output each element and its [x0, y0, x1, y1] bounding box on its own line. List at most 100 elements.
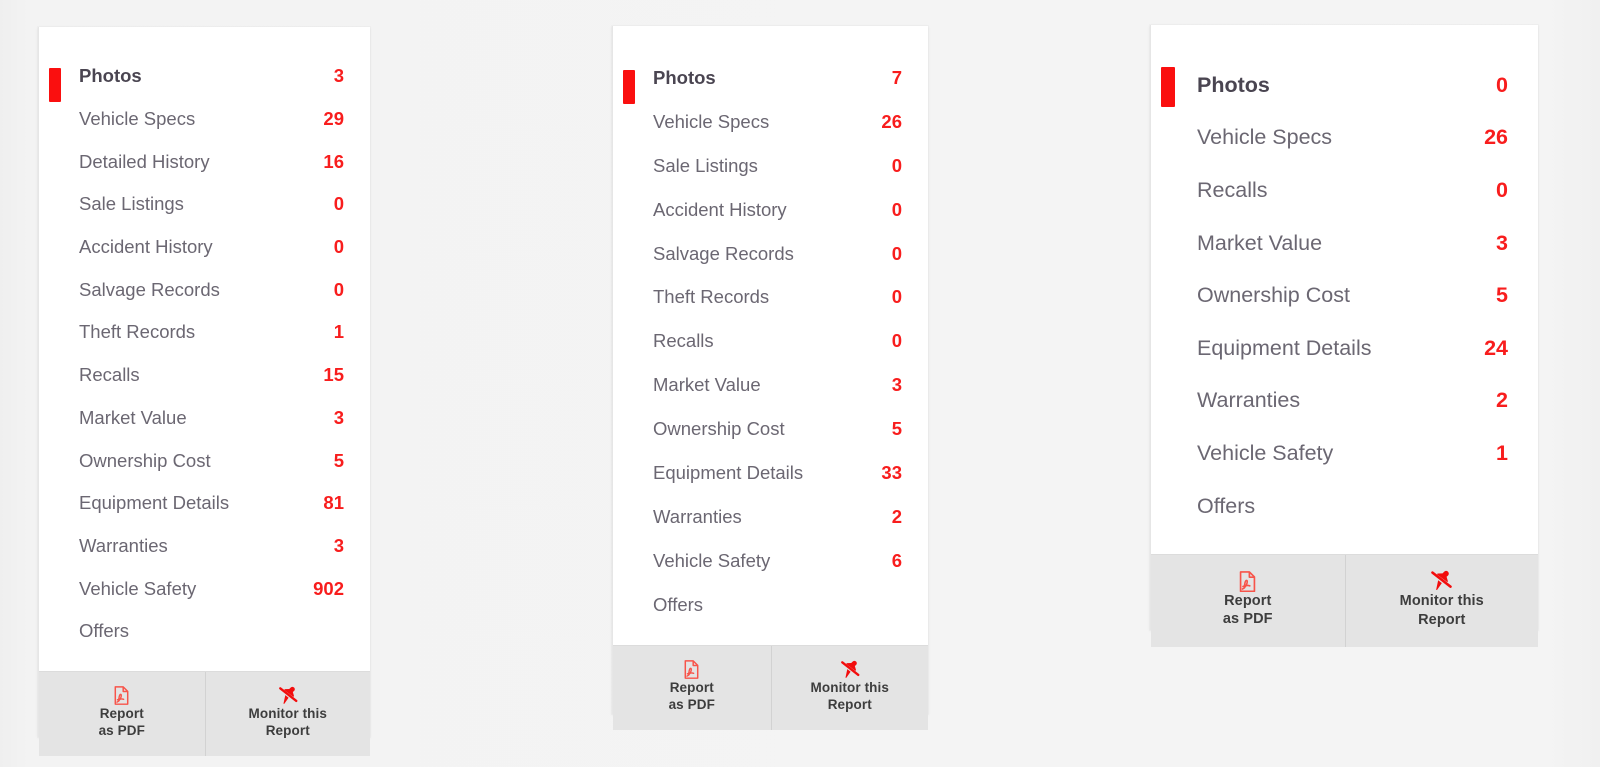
- report-section-row[interactable]: Warranties 2: [1197, 375, 1508, 428]
- report-section-label: Warranties: [79, 534, 168, 556]
- report-section-count: 1: [1496, 440, 1508, 465]
- report-section-count: 33: [881, 461, 902, 483]
- report-section-row[interactable]: Equipment Details 33: [653, 451, 902, 495]
- pdf-file-icon: [113, 685, 130, 705]
- report-section-count: 0: [333, 278, 344, 300]
- report-section-row[interactable]: Vehicle Safety 902: [79, 567, 344, 610]
- report-section-count: 7: [891, 66, 902, 88]
- report-section-row[interactable]: Market Value 3: [79, 397, 344, 440]
- report-as-pdf-button[interactable]: Report as PDF: [1151, 555, 1345, 647]
- footer-button-label-line1: Report: [669, 679, 714, 695]
- footer-button-label-line1: Monitor this: [810, 680, 889, 696]
- report-section-count: 3: [1496, 230, 1508, 255]
- report-section-count: 26: [1484, 125, 1508, 150]
- report-section-row[interactable]: Accident History 0: [79, 226, 344, 269]
- panel-footer: Report as PDF Monitor this Report: [613, 644, 929, 730]
- vehicle-report-panel-2: Photos 7 Vehicle Specs 26 Sale Listings 0 Acci…: [612, 26, 928, 730]
- report-section-count: 29: [323, 108, 344, 130]
- report-section-label: Market Value: [79, 406, 187, 428]
- report-section-label: Salvage Records: [653, 242, 794, 264]
- report-section-row[interactable]: Ownership Cost 5: [1197, 269, 1508, 322]
- report-section-count: 3: [333, 534, 344, 556]
- report-section-count: 0: [1496, 177, 1508, 202]
- footer-button-label-line2: as PDF: [98, 723, 145, 739]
- report-section-count: 902: [313, 577, 344, 599]
- report-section-count: 0: [333, 236, 344, 258]
- report-as-pdf-button[interactable]: Report as PDF: [39, 672, 205, 756]
- report-section-count: 3: [333, 406, 344, 428]
- report-section-row[interactable]: Salvage Records 0: [79, 268, 344, 311]
- monitor-report-button[interactable]: Monitor this Report: [204, 671, 371, 756]
- report-section-row[interactable]: Accident History 0: [653, 188, 902, 232]
- report-section-row[interactable]: Sale Listings 0: [79, 183, 344, 226]
- report-section-count: 0: [1496, 72, 1508, 97]
- report-section-label: Market Value: [1197, 230, 1323, 255]
- report-section-list: Photos 7 Vehicle Specs 26 Sale Listings 0 Acci…: [613, 26, 928, 645]
- report-section-row[interactable]: Offers: [1197, 480, 1508, 533]
- report-section-row[interactable]: Photos 0: [1197, 59, 1508, 112]
- report-section-row[interactable]: Vehicle Specs 26: [1197, 112, 1508, 165]
- report-section-label: Vehicle Specs: [1197, 125, 1333, 150]
- report-section-row[interactable]: Sale Listings 0: [653, 144, 902, 188]
- report-section-row[interactable]: Ownership Cost 5: [79, 439, 344, 482]
- report-section-label: Recalls: [79, 364, 140, 386]
- report-section-row[interactable]: Market Value 3: [1197, 217, 1508, 270]
- footer-button-label-line1: Report: [99, 705, 144, 721]
- footer-button-label-line1: Report: [1224, 592, 1272, 609]
- report-section-label: Ownership Cost: [1197, 283, 1350, 308]
- monitor-report-button[interactable]: Monitor this Report: [1344, 555, 1539, 648]
- report-section-label: Salvage Records: [79, 278, 220, 300]
- report-section-row[interactable]: Vehicle Safety 6: [653, 539, 902, 583]
- report-section-row[interactable]: Warranties 2: [653, 495, 902, 539]
- report-section-count: 16: [323, 150, 344, 172]
- pdf-file-icon: [683, 659, 700, 679]
- report-section-label: Sale Listings: [79, 193, 184, 215]
- report-section-row[interactable]: Recalls 0: [653, 319, 902, 363]
- report-section-row[interactable]: Photos 7: [653, 56, 902, 100]
- report-section-label: Detailed History: [79, 150, 210, 172]
- active-section-marker: [49, 68, 61, 102]
- report-section-row[interactable]: Salvage Records 0: [653, 232, 902, 276]
- report-section-count: 2: [891, 505, 902, 527]
- report-section-row[interactable]: Vehicle Specs 26: [653, 100, 902, 144]
- report-section-row[interactable]: Offers: [79, 610, 344, 653]
- report-section-label: Offers: [653, 593, 704, 615]
- report-section-count: 26: [881, 110, 902, 132]
- report-section-row[interactable]: Ownership Cost 5: [653, 407, 902, 451]
- report-section-row[interactable]: Detailed History 16: [79, 140, 344, 183]
- report-section-count: 3: [891, 374, 902, 396]
- report-section-count: 5: [1496, 283, 1508, 308]
- report-section-count: 6: [891, 549, 902, 571]
- report-section-row[interactable]: Vehicle Specs 29: [79, 98, 344, 141]
- report-section-row[interactable]: Photos 3: [79, 55, 344, 98]
- report-section-label: Ownership Cost: [79, 449, 211, 471]
- report-section-label: Market Value: [653, 374, 761, 396]
- report-section-row[interactable]: Warranties 3: [79, 525, 344, 568]
- report-section-row[interactable]: Theft Records 1: [79, 311, 344, 354]
- pin-slash-icon: [1430, 570, 1453, 592]
- report-section-label: Recalls: [1197, 177, 1268, 202]
- report-section-row[interactable]: Recalls 0: [1197, 164, 1508, 217]
- pin-slash-icon: [840, 660, 860, 680]
- report-section-count: 5: [891, 418, 902, 440]
- footer-button-label-line2: Report: [1418, 611, 1466, 628]
- monitor-report-button[interactable]: Monitor this Report: [770, 645, 929, 730]
- report-section-label: Sale Listings: [653, 154, 758, 176]
- pin-slash-icon: [278, 686, 298, 706]
- report-section-label: Equipment Details: [653, 461, 804, 483]
- report-section-row[interactable]: Vehicle Safety 1: [1197, 427, 1508, 480]
- report-section-row[interactable]: Equipment Details 81: [79, 482, 344, 525]
- footer-button-label-line1: Monitor this: [1399, 593, 1484, 610]
- report-section-row[interactable]: Recalls 15: [79, 354, 344, 397]
- report-section-row[interactable]: Theft Records 0: [653, 275, 902, 319]
- report-section-label: Warranties: [653, 505, 742, 527]
- report-section-row[interactable]: Equipment Details 24: [1197, 322, 1508, 375]
- report-section-count: 0: [333, 193, 344, 215]
- report-section-row[interactable]: Offers: [653, 583, 902, 627]
- report-section-label: Accident History: [79, 236, 213, 258]
- report-section-label: Photos: [1197, 72, 1270, 97]
- report-section-row[interactable]: Market Value 3: [653, 363, 902, 407]
- report-section-label: Theft Records: [653, 286, 770, 308]
- report-as-pdf-button[interactable]: Report as PDF: [613, 646, 771, 730]
- footer-button-label-line2: Report: [827, 697, 872, 713]
